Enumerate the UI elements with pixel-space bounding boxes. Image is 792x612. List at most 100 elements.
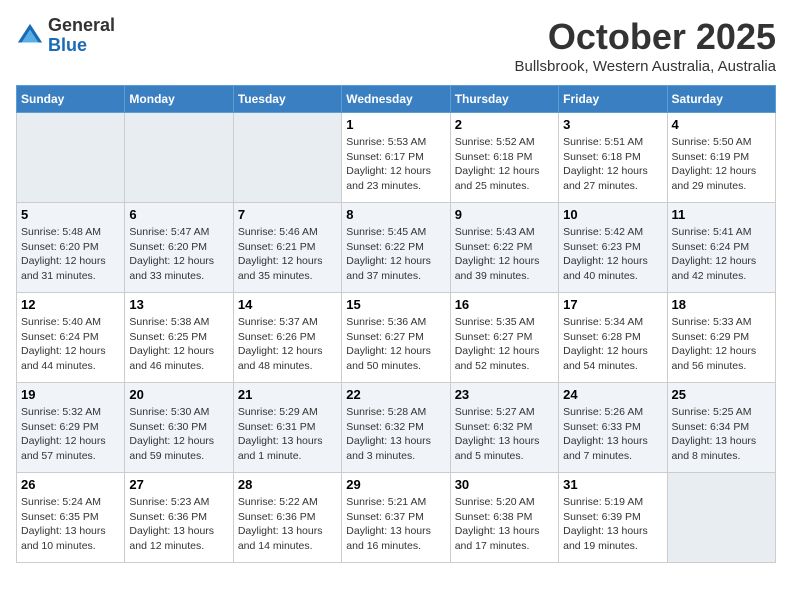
day-number: 23 — [455, 387, 554, 402]
cell-3-2: 21 Sunrise: 5:29 AMSunset: 6:31 PMDayligh… — [233, 383, 341, 473]
day-info: Sunrise: 5:27 AMSunset: 6:32 PMDaylight:… — [455, 405, 554, 464]
cell-2-5: 17Sunrise: 5:34 AMSunset: 6:28 PMDayligh… — [559, 293, 667, 383]
day-info: Sunrise: 5:25 AMSunset: 6:34 PMDaylight:… — [672, 405, 771, 464]
cell-2-4: 16 Sunrise: 5:35 AMSunset: 6:27 PMDayligh… — [450, 293, 558, 383]
header-friday: Friday — [559, 86, 667, 113]
day-info: Sunrise: 5:43 AMSunset: 6:22 PMDaylight:… — [455, 225, 554, 284]
cell-2-6: 18 Sunrise: 5:33 AMSunset: 6:29 PMDayligh… — [667, 293, 775, 383]
day-number: 21 — [238, 387, 337, 402]
day-info: Sunrise: 5:20 AMSunset: 6:38 PMDaylight:… — [455, 495, 554, 554]
cell-3-4: 23 Sunrise: 5:27 AMSunset: 6:32 PMDayligh… — [450, 383, 558, 473]
logo-general: General — [48, 16, 115, 36]
cell-4-4: 30 Sunrise: 5:20 AMSunset: 6:38 PMDayligh… — [450, 473, 558, 563]
day-info: Sunrise: 5:29 AMSunset: 6:31 PMDaylight:… — [238, 405, 337, 464]
header-thursday: Thursday — [450, 86, 558, 113]
day-info: Sunrise: 5:53 AMSunset: 6:17 PMDaylight:… — [346, 135, 445, 194]
subtitle: Bullsbrook, Western Australia, Australia — [514, 58, 776, 75]
cell-0-5: 3 Sunrise: 5:51 AMSunset: 6:18 PMDaylight… — [559, 113, 667, 203]
cell-0-0 — [17, 113, 125, 203]
day-number: 28 — [238, 477, 337, 492]
day-number: 20 — [129, 387, 228, 402]
day-number: 22 — [346, 387, 445, 402]
header-row: Sunday Monday Tuesday Wednesday Thursday… — [17, 86, 776, 113]
header-monday: Monday — [125, 86, 233, 113]
page-header: General Blue October 2025 Bullsbrook, We… — [16, 16, 776, 75]
title-block: October 2025 Bullsbrook, Western Austral… — [514, 16, 776, 75]
day-info: Sunrise: 5:21 AMSunset: 6:37 PMDaylight:… — [346, 495, 445, 554]
day-number: 19 — [21, 387, 120, 402]
day-number: 2 — [455, 117, 554, 132]
day-info: Sunrise: 5:30 AMSunset: 6:30 PMDaylight:… — [129, 405, 228, 464]
day-number: 15 — [346, 297, 445, 312]
day-number: 6 — [129, 207, 228, 222]
cell-3-5: 24 Sunrise: 5:26 AMSunset: 6:33 PMDayligh… — [559, 383, 667, 473]
day-info: Sunrise: 5:41 AMSunset: 6:24 PMDaylight:… — [672, 225, 771, 284]
week-row-1: 5Sunrise: 5:48 AMSunset: 6:20 PMDaylight… — [17, 203, 776, 293]
cell-1-1: 6 Sunrise: 5:47 AMSunset: 6:20 PMDaylight… — [125, 203, 233, 293]
week-row-4: 26Sunrise: 5:24 AMSunset: 6:35 PMDayligh… — [17, 473, 776, 563]
cell-1-2: 7Sunrise: 5:46 AMSunset: 6:21 PMDaylight… — [233, 203, 341, 293]
logo-icon — [16, 22, 44, 50]
day-info: Sunrise: 5:36 AMSunset: 6:27 PMDaylight:… — [346, 315, 445, 374]
day-number: 30 — [455, 477, 554, 492]
day-number: 25 — [672, 387, 771, 402]
day-number: 12 — [21, 297, 120, 312]
day-number: 14 — [238, 297, 337, 312]
day-number: 16 — [455, 297, 554, 312]
day-info: Sunrise: 5:48 AMSunset: 6:20 PMDaylight:… — [21, 225, 120, 284]
day-info: Sunrise: 5:42 AMSunset: 6:23 PMDaylight:… — [563, 225, 662, 284]
cell-3-3: 22Sunrise: 5:28 AMSunset: 6:32 PMDayligh… — [342, 383, 450, 473]
day-number: 10 — [563, 207, 662, 222]
day-number: 13 — [129, 297, 228, 312]
day-number: 7 — [238, 207, 337, 222]
cell-1-4: 9 Sunrise: 5:43 AMSunset: 6:22 PMDaylight… — [450, 203, 558, 293]
cell-0-2 — [233, 113, 341, 203]
day-info: Sunrise: 5:34 AMSunset: 6:28 PMDaylight:… — [563, 315, 662, 374]
calendar-header: Sunday Monday Tuesday Wednesday Thursday… — [17, 86, 776, 113]
day-info: Sunrise: 5:51 AMSunset: 6:18 PMDaylight:… — [563, 135, 662, 194]
cell-4-0: 26Sunrise: 5:24 AMSunset: 6:35 PMDayligh… — [17, 473, 125, 563]
cell-4-5: 31Sunrise: 5:19 AMSunset: 6:39 PMDayligh… — [559, 473, 667, 563]
cell-4-1: 27Sunrise: 5:23 AMSunset: 6:36 PMDayligh… — [125, 473, 233, 563]
header-sunday: Sunday — [17, 86, 125, 113]
day-info: Sunrise: 5:50 AMSunset: 6:19 PMDaylight:… — [672, 135, 771, 194]
cell-2-3: 15 Sunrise: 5:36 AMSunset: 6:27 PMDayligh… — [342, 293, 450, 383]
header-wednesday: Wednesday — [342, 86, 450, 113]
cell-4-6 — [667, 473, 775, 563]
cell-1-5: 10 Sunrise: 5:42 AMSunset: 6:23 PMDayligh… — [559, 203, 667, 293]
day-number: 18 — [672, 297, 771, 312]
cell-3-6: 25 Sunrise: 5:25 AMSunset: 6:34 PMDayligh… — [667, 383, 775, 473]
day-number: 29 — [346, 477, 445, 492]
day-number: 24 — [563, 387, 662, 402]
day-info: Sunrise: 5:33 AMSunset: 6:29 PMDaylight:… — [672, 315, 771, 374]
cell-3-1: 20 Sunrise: 5:30 AMSunset: 6:30 PMDayligh… — [125, 383, 233, 473]
cell-2-1: 13 Sunrise: 5:38 AMSunset: 6:25 PMDayligh… — [125, 293, 233, 383]
cell-0-1 — [125, 113, 233, 203]
cell-2-0: 12 Sunrise: 5:40 AMSunset: 6:24 PMDayligh… — [17, 293, 125, 383]
day-info: Sunrise: 5:32 AMSunset: 6:29 PMDaylight:… — [21, 405, 120, 464]
day-info: Sunrise: 5:19 AMSunset: 6:39 PMDaylight:… — [563, 495, 662, 554]
calendar-body: 1Sunrise: 5:53 AMSunset: 6:17 PMDaylight… — [17, 113, 776, 563]
day-number: 8 — [346, 207, 445, 222]
day-info: Sunrise: 5:47 AMSunset: 6:20 PMDaylight:… — [129, 225, 228, 284]
day-number: 9 — [455, 207, 554, 222]
day-number: 3 — [563, 117, 662, 132]
day-info: Sunrise: 5:35 AMSunset: 6:27 PMDaylight:… — [455, 315, 554, 374]
cell-2-2: 14 Sunrise: 5:37 AMSunset: 6:26 PMDayligh… — [233, 293, 341, 383]
header-saturday: Saturday — [667, 86, 775, 113]
calendar-table: Sunday Monday Tuesday Wednesday Thursday… — [16, 85, 776, 563]
day-info: Sunrise: 5:40 AMSunset: 6:24 PMDaylight:… — [21, 315, 120, 374]
cell-1-6: 11Sunrise: 5:41 AMSunset: 6:24 PMDayligh… — [667, 203, 775, 293]
week-row-2: 12 Sunrise: 5:40 AMSunset: 6:24 PMDayligh… — [17, 293, 776, 383]
day-info: Sunrise: 5:24 AMSunset: 6:35 PMDaylight:… — [21, 495, 120, 554]
day-info: Sunrise: 5:22 AMSunset: 6:36 PMDaylight:… — [238, 495, 337, 554]
main-title: October 2025 — [514, 16, 776, 58]
cell-0-3: 1Sunrise: 5:53 AMSunset: 6:17 PMDaylight… — [342, 113, 450, 203]
day-info: Sunrise: 5:38 AMSunset: 6:25 PMDaylight:… — [129, 315, 228, 374]
day-info: Sunrise: 5:37 AMSunset: 6:26 PMDaylight:… — [238, 315, 337, 374]
week-row-3: 19 Sunrise: 5:32 AMSunset: 6:29 PMDayligh… — [17, 383, 776, 473]
day-info: Sunrise: 5:26 AMSunset: 6:33 PMDaylight:… — [563, 405, 662, 464]
day-info: Sunrise: 5:52 AMSunset: 6:18 PMDaylight:… — [455, 135, 554, 194]
day-number: 4 — [672, 117, 771, 132]
day-info: Sunrise: 5:23 AMSunset: 6:36 PMDaylight:… — [129, 495, 228, 554]
